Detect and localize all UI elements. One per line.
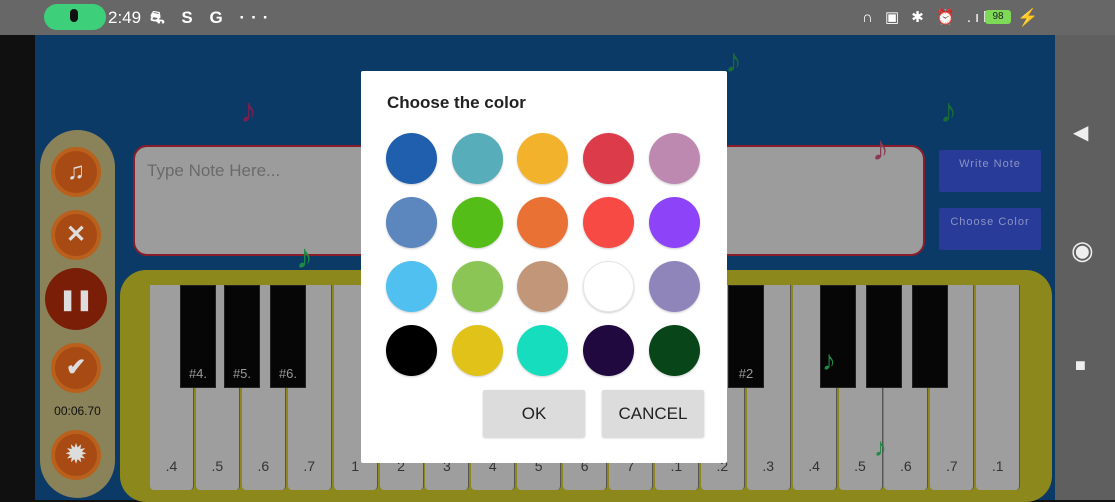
pause-icon: ❚❚ [59, 289, 93, 311]
music-note-decoration-icon: ♪ [725, 42, 742, 80]
key-label: .7 [945, 458, 958, 474]
music-note-decoration-icon: ♪ [822, 345, 836, 376]
black-key[interactable]: #2 [728, 285, 764, 388]
color-swatch[interactable] [583, 197, 635, 248]
key-label: .3 [762, 458, 775, 474]
recents-icon[interactable]: ■ [1075, 355, 1086, 376]
color-swatch[interactable] [386, 197, 437, 248]
color-swatch[interactable] [648, 261, 700, 312]
key-label: #4. [188, 366, 208, 381]
color-swatch[interactable] [451, 261, 503, 312]
color-swatch[interactable] [583, 261, 635, 312]
music-note-decoration-icon: ♪ [940, 92, 957, 130]
key-label: .6 [257, 458, 270, 474]
color-swatch[interactable] [386, 261, 437, 312]
key-label: .1 [991, 458, 1004, 474]
back-icon[interactable]: ◀ [1073, 120, 1088, 145]
color-swatch[interactable] [583, 133, 635, 184]
settings-button[interactable]: ✹ [51, 430, 101, 480]
ok-button[interactable]: OK [483, 390, 585, 437]
key-label: #5. [232, 366, 252, 381]
color-swatch[interactable] [648, 197, 700, 248]
check-icon: ✔ [65, 354, 87, 381]
black-key[interactable]: #5. [224, 285, 260, 388]
color-swatch[interactable] [517, 325, 569, 376]
color-swatch[interactable] [517, 197, 569, 248]
navigation-bar: ◀ ◉ ■ [1055, 35, 1115, 500]
battery-icon: 98 [985, 10, 1011, 24]
color-swatch[interactable] [648, 133, 700, 184]
black-key[interactable]: #4. [180, 285, 216, 388]
color-swatch[interactable] [648, 325, 700, 376]
white-key[interactable]: .1 [976, 285, 1021, 490]
color-swatch[interactable] [451, 325, 503, 376]
system-icons: ∩ ▣ ✱ ⏰ .ıll [862, 9, 998, 26]
choose-color-button[interactable]: Choose Color [939, 208, 1041, 250]
color-swatch[interactable] [517, 133, 569, 184]
confirm-button[interactable]: ✔ [51, 343, 101, 393]
write-note-button[interactable]: Write Note [939, 150, 1041, 192]
color-swatch[interactable] [386, 325, 437, 376]
notification-icons: ⛐ S G ··· [150, 8, 275, 27]
music-note-icon: ♫ [67, 158, 85, 185]
gear-icon: ✹ [65, 441, 87, 468]
black-key[interactable]: #6. [270, 285, 306, 388]
key-label: .4 [808, 458, 820, 474]
close-icon: ✕ [65, 221, 87, 248]
color-swatch[interactable] [583, 325, 635, 376]
music-note-decoration-icon: ♪ [296, 238, 313, 276]
black-key[interactable] [866, 285, 902, 388]
cancel-button[interactable]: CANCEL [602, 390, 704, 437]
color-swatch[interactable] [386, 133, 437, 184]
music-note-decoration-icon: ♪ [240, 92, 257, 130]
status-bar: 2:49 ⛐ S G ··· ∩ ▣ ✱ ⏰ .ıll 98 ⚡ [0, 0, 1115, 35]
home-icon[interactable]: ◉ [1071, 235, 1094, 266]
mic-indicator-icon[interactable] [44, 4, 106, 30]
color-picker-dialog: Choose the color OK CANCEL [361, 71, 727, 463]
music-button[interactable]: ♫ [51, 147, 101, 197]
key-label: .4 [165, 458, 178, 474]
pause-button[interactable]: ❚❚ [45, 268, 107, 330]
timer: 00:06.70 [54, 404, 101, 418]
clear-button[interactable]: ✕ [51, 210, 101, 260]
clock: 2:49 [108, 8, 142, 27]
color-swatch[interactable] [517, 261, 569, 312]
key-label: .6 [900, 458, 912, 474]
black-key[interactable] [912, 285, 948, 388]
key-label: #2 [738, 366, 754, 381]
charging-icon: ⚡ [1017, 8, 1039, 27]
dialog-title: Choose the color [387, 93, 526, 112]
key-label: .5 [211, 458, 224, 474]
color-swatch[interactable] [451, 197, 503, 248]
music-note-decoration-icon: ♪ [874, 432, 887, 462]
key-label: .7 [303, 458, 316, 474]
note-input-placeholder: Type Note Here... [147, 161, 281, 180]
music-note-decoration-icon: ♪ [872, 130, 889, 168]
color-swatch[interactable] [451, 133, 503, 184]
key-label: #6. [278, 366, 298, 381]
